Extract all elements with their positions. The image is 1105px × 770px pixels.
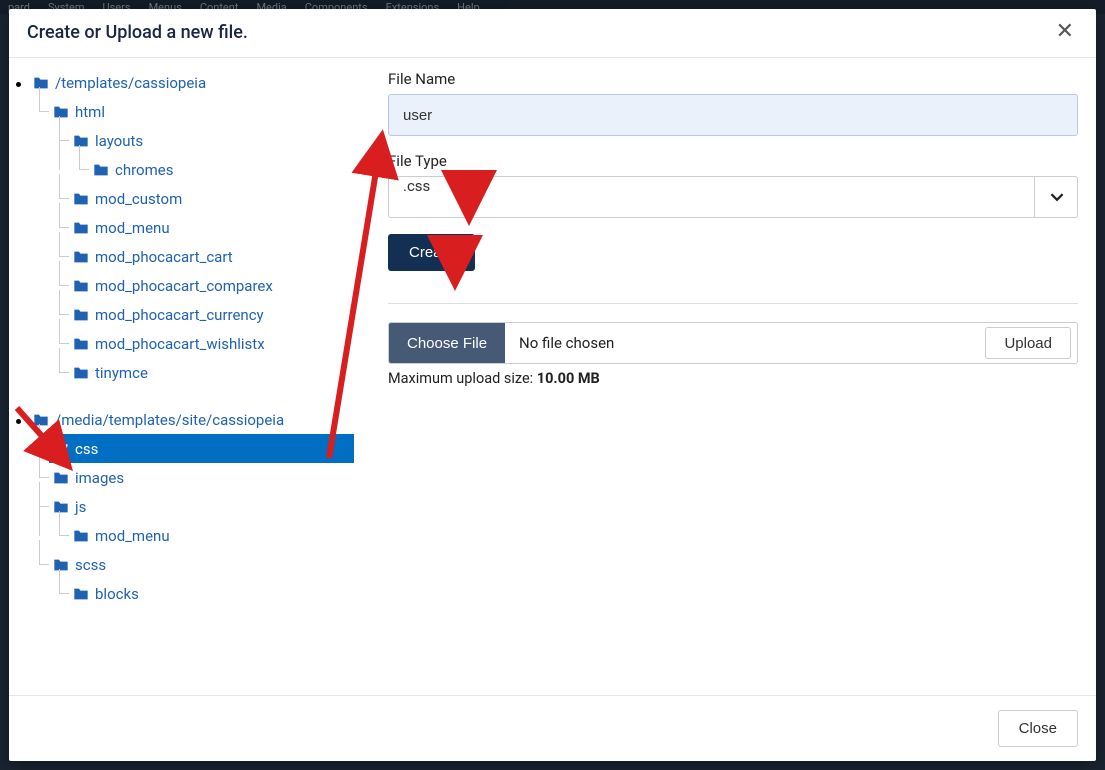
tree-item-chromes[interactable]: chromes bbox=[93, 155, 354, 184]
create-upload-modal: Create or Upload a new file. ✕ /template… bbox=[9, 9, 1096, 761]
modal-footer: Close bbox=[9, 695, 1096, 761]
folder-icon bbox=[33, 413, 49, 427]
tree-item-mod-phocacart-currency[interactable]: mod_phocacart_currency bbox=[73, 300, 354, 329]
folder-icon bbox=[73, 308, 89, 322]
tree-label: blocks bbox=[95, 585, 139, 603]
folder-open-icon bbox=[53, 442, 69, 456]
folder-icon bbox=[33, 76, 49, 90]
folder-icon bbox=[73, 221, 89, 235]
tree-item-mod-phocacart-wishlistx[interactable]: mod_phocacart_wishlistx bbox=[73, 329, 354, 358]
tree-label: css bbox=[75, 440, 98, 458]
filename-label: File Name bbox=[388, 70, 1078, 88]
folder-icon bbox=[53, 105, 69, 119]
folder-icon bbox=[73, 337, 89, 351]
file-chosen-status: No file chosen bbox=[505, 323, 985, 363]
tree-item-media-templates-site-cassiopeia[interactable]: /media/templates/site/cassiopeia bbox=[33, 405, 354, 434]
choose-file-button[interactable]: Choose File bbox=[389, 323, 505, 363]
tree-item-layouts[interactable]: layouts bbox=[73, 126, 354, 155]
folder-icon bbox=[73, 192, 89, 206]
folder-icon bbox=[53, 471, 69, 485]
tree-label: mod_menu bbox=[95, 527, 170, 545]
folder-icon bbox=[93, 163, 109, 177]
tree-label: html bbox=[75, 103, 105, 121]
close-icon[interactable]: ✕ bbox=[1052, 19, 1078, 45]
filetype-select[interactable]: .css bbox=[388, 176, 1078, 218]
modal-header: Create or Upload a new file. ✕ bbox=[9, 9, 1096, 58]
create-button[interactable]: Create bbox=[388, 234, 475, 271]
tree-item-js-mod-menu[interactable]: mod_menu bbox=[73, 521, 354, 550]
tree-item-blocks[interactable]: blocks bbox=[73, 579, 354, 608]
tree-item-images[interactable]: images bbox=[53, 463, 354, 492]
folder-icon bbox=[73, 366, 89, 380]
tree-label: mod_phocacart_wishlistx bbox=[95, 335, 265, 353]
tree-item-html[interactable]: html bbox=[53, 97, 354, 126]
folder-icon bbox=[53, 500, 69, 514]
folder-icon bbox=[73, 587, 89, 601]
folder-icon bbox=[73, 529, 89, 543]
folder-tree: /templates/cassiopeia html bbox=[33, 68, 354, 608]
folder-icon bbox=[73, 250, 89, 264]
tree-item-js[interactable]: js bbox=[53, 492, 354, 521]
tree-label: js bbox=[75, 498, 86, 516]
folder-tree-pane[interactable]: /templates/cassiopeia html bbox=[9, 58, 354, 695]
tree-item-mod-phocacart-comparex[interactable]: mod_phocacart_comparex bbox=[73, 271, 354, 300]
tree-label: tinymce bbox=[95, 364, 148, 382]
tree-label: images bbox=[75, 469, 124, 487]
modal-title: Create or Upload a new file. bbox=[27, 22, 248, 43]
section-divider bbox=[388, 303, 1078, 304]
tree-item-mod-custom[interactable]: mod_custom bbox=[73, 184, 354, 213]
tree-label: /media/templates/site/cassiopeia bbox=[55, 411, 284, 429]
folder-icon bbox=[73, 279, 89, 293]
filetype-label: File Type bbox=[388, 152, 1078, 170]
tree-label: mod_menu bbox=[95, 219, 170, 237]
tree-label: chromes bbox=[115, 161, 173, 179]
tree-label: mod_phocacart_currency bbox=[95, 306, 264, 324]
filename-input[interactable] bbox=[388, 94, 1078, 136]
close-button[interactable]: Close bbox=[998, 710, 1078, 747]
tree-label: mod_phocacart_cart bbox=[95, 248, 233, 266]
tree-label: mod_phocacart_comparex bbox=[95, 277, 273, 295]
tree-label: layouts bbox=[95, 132, 143, 150]
tree-item-scss[interactable]: scss bbox=[53, 550, 354, 579]
tree-item-templates-cassiopeia[interactable]: /templates/cassiopeia bbox=[33, 68, 354, 97]
max-upload-text: Maximum upload size: 10.00 MB bbox=[388, 370, 1078, 387]
tree-label: mod_custom bbox=[95, 190, 182, 208]
tree-item-css[interactable]: css bbox=[49, 434, 354, 463]
create-form-pane: File Name File Type .css Create Choose F… bbox=[354, 58, 1096, 695]
folder-icon bbox=[73, 134, 89, 148]
tree-label: scss bbox=[75, 556, 106, 574]
folder-icon bbox=[53, 558, 69, 572]
tree-item-mod-menu[interactable]: mod_menu bbox=[73, 213, 354, 242]
upload-row: Choose File No file chosen Upload bbox=[388, 322, 1078, 364]
tree-label: /templates/cassiopeia bbox=[55, 74, 206, 92]
tree-item-tinymce[interactable]: tinymce bbox=[73, 358, 354, 387]
tree-item-mod-phocacart-cart[interactable]: mod_phocacart_cart bbox=[73, 242, 354, 271]
upload-button[interactable]: Upload bbox=[985, 327, 1071, 359]
modal-body: /templates/cassiopeia html bbox=[9, 58, 1096, 695]
